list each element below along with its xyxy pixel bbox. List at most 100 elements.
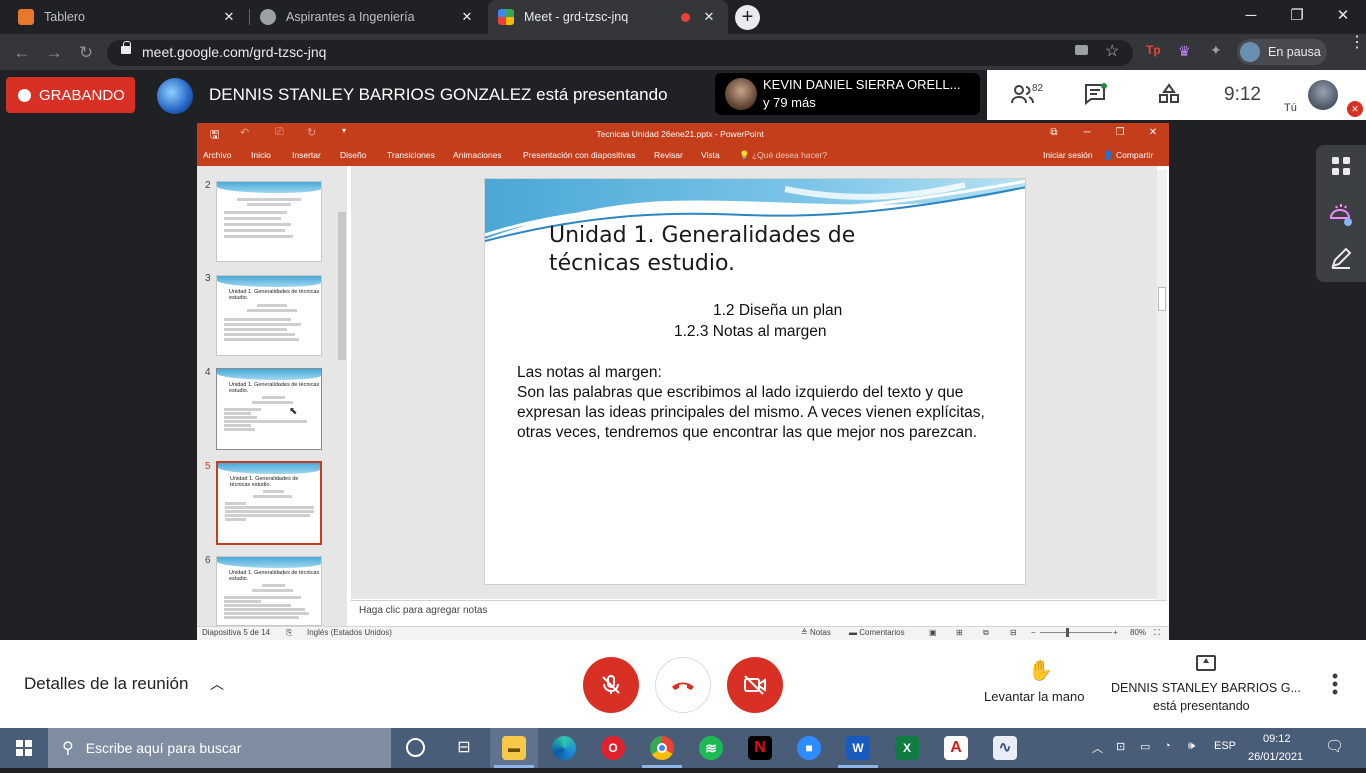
ribbon-tab-revisar[interactable]: Revisar [654, 150, 683, 160]
raise-hand-label[interactable]: Levantar la mano [984, 689, 1084, 704]
ribbon-tab-diseno[interactable]: Diseño [340, 150, 366, 160]
ribbon-tab-vista[interactable]: Vista [701, 150, 720, 160]
scroll-thumb[interactable] [338, 212, 346, 360]
new-tab-button[interactable]: + [735, 5, 760, 30]
ppt-minimize-icon[interactable]: ─ [1080, 127, 1094, 138]
wifi-icon[interactable]: ◔ [1164, 740, 1171, 752]
language-indicator[interactable]: Inglés (Estados Unidos) [307, 628, 392, 637]
autocad-icon[interactable]: A [944, 736, 968, 760]
slide-subtitle-1[interactable]: 1.2 Diseña un plan [713, 302, 842, 320]
zoom-slider[interactable] [1040, 632, 1112, 633]
close-tab-icon[interactable]: ✕ [458, 9, 476, 25]
notes-toggle[interactable]: ≜ Notas [801, 628, 831, 637]
tab-meet[interactable]: Meet - grd-tzsc-jnq ✕ [488, 0, 728, 34]
slide-thumbnail-4[interactable]: Unidad 1. Generalidades de técnicas estu… [216, 368, 322, 450]
spotify-icon[interactable]: ≋ [699, 736, 723, 760]
cortana-icon[interactable] [406, 738, 425, 757]
chat-icon[interactable] [1084, 83, 1108, 107]
customize-qat-icon[interactable]: ▾ [342, 126, 346, 135]
slide-thumbnail-2[interactable] [216, 181, 322, 262]
save-icon[interactable]: 🖫 [210, 126, 219, 145]
current-slide[interactable]: Unidad 1. Generalidades de técnicas estu… [484, 178, 1026, 585]
effects-icon[interactable] [1328, 202, 1354, 228]
minimize-window-icon[interactable]: ─ [1228, 0, 1274, 34]
excel-icon[interactable]: X [895, 736, 919, 760]
pen-icon[interactable] [1328, 246, 1354, 272]
netflix-icon[interactable]: N [748, 736, 772, 760]
apps-grid-icon[interactable] [1328, 156, 1354, 182]
ribbon-tab-inicio[interactable]: Inicio [251, 150, 271, 160]
zoom-icon[interactable]: ■ [797, 736, 821, 760]
spellcheck-icon[interactable]: ⎘ [286, 628, 292, 638]
url-text[interactable]: meet.google.com/grd-tzsc-jnq [142, 44, 326, 60]
taskbar-time[interactable]: 09:12 [1263, 733, 1291, 745]
reading-view-icon[interactable]: ⧉ [983, 628, 989, 638]
mic-toggle-button[interactable] [583, 657, 639, 713]
leave-call-button[interactable] [655, 657, 711, 713]
close-tab-icon[interactable]: ✕ [220, 9, 238, 25]
ribbon-display-icon[interactable]: ⧉ [1047, 127, 1061, 138]
slide-thumbnail-5-selected[interactable]: Unidad 1. Generalidades de técnicas estu… [216, 461, 322, 545]
file-explorer-icon[interactable]: ▬ [502, 736, 526, 760]
close-tab-icon[interactable]: ✕ [700, 9, 718, 25]
ribbon-tab-transiciones[interactable]: Transiciones [387, 150, 435, 160]
presenter-status[interactable]: está presentando [1153, 699, 1250, 713]
edge-icon[interactable] [552, 736, 576, 760]
ribbon-tab-animaciones[interactable]: Animaciones [453, 150, 502, 160]
presenter-name[interactable]: DENNIS STANLEY BARRIOS G... [1111, 681, 1301, 695]
chrome-menu-icon[interactable]: ⋮ [1349, 35, 1365, 51]
notes-placeholder[interactable]: Haga clic para agregar notas [359, 605, 487, 616]
fit-slide-icon[interactable]: ⛶ [1154, 628, 1160, 638]
restore-window-icon[interactable]: ❐ [1274, 0, 1320, 34]
slide-scrollbar[interactable] [1157, 170, 1167, 600]
more-options-icon[interactable]: • • • [1328, 667, 1342, 701]
language-indicator[interactable]: ESP [1214, 740, 1236, 752]
zoom-in-icon[interactable]: + [1113, 628, 1118, 637]
ribbon-tab-insertar[interactable]: Insertar [292, 150, 321, 160]
ribbon-tab-archivo[interactable]: Archivo [203, 150, 231, 160]
tell-me-search[interactable]: 💡 ¿Qué desea hacer? [739, 150, 827, 161]
slide-title[interactable]: Unidad 1. Generalidades de técnicas estu… [549, 222, 909, 278]
normal-view-icon[interactable]: ▣ [929, 628, 937, 637]
camera-blocked-icon[interactable] [1075, 45, 1088, 55]
undo-icon[interactable]: ↶ [240, 126, 249, 139]
thumbnails-scrollbar[interactable] [337, 170, 347, 622]
zoom-slider-thumb[interactable] [1066, 628, 1069, 637]
zoom-level[interactable]: 80% [1130, 628, 1146, 637]
participant-tile[interactable]: KEVIN DANIEL SIERRA ORELL... y 79 más [715, 73, 980, 115]
recording-indicator[interactable]: GRABANDO [6, 77, 135, 113]
profile-button[interactable]: En pausa [1237, 39, 1327, 65]
meeting-details-button[interactable]: Detalles de la reunión [24, 674, 188, 694]
extensions-puzzle-icon[interactable]: ✦ [1210, 42, 1222, 59]
word-icon[interactable]: W [846, 736, 870, 760]
tab-aspirantes[interactable]: Aspirantes a Ingeniería ✕ [250, 0, 486, 34]
extension-crown-icon[interactable]: ♛ [1178, 43, 1191, 60]
reload-icon[interactable]: ↻ [76, 43, 96, 63]
chevron-up-icon[interactable]: ︿ [210, 674, 224, 694]
redo-icon[interactable]: ↻ [307, 126, 316, 139]
slide-thumbnail-6[interactable]: Unidad 1. Generalidades de técnicas estu… [216, 556, 322, 626]
slide-body-text[interactable]: Las notas al margen: Son las palabras qu… [517, 363, 1007, 443]
task-view-icon[interactable]: ⊟ [452, 736, 476, 760]
slide-thumbnail-3[interactable]: Unidad 1. Generalidades de técnicas estu… [216, 275, 322, 356]
ribbon-tab-presentacion[interactable]: Presentación con diapositivas [523, 150, 635, 160]
ppt-restore-icon[interactable]: ❐ [1113, 127, 1127, 138]
show-hidden-icons[interactable]: ︿ [1092, 740, 1103, 756]
slideshow-view-icon[interactable]: ⊟ [1010, 628, 1017, 637]
taskbar-search-box[interactable]: ⚲ Escribe aquí para buscar [48, 728, 391, 768]
raise-hand-icon[interactable]: ✋ [1028, 658, 1053, 682]
geogebra-icon[interactable]: ∿ [993, 736, 1017, 760]
tray-app-icon[interactable]: ⊡ [1116, 740, 1125, 753]
slide-sorter-icon[interactable]: ⊞ [956, 628, 963, 637]
close-window-icon[interactable]: ✕ [1320, 0, 1366, 34]
present-screen-icon[interactable] [1196, 655, 1216, 671]
chrome-icon[interactable] [650, 736, 674, 760]
slide-subtitle-2[interactable]: 1.2.3 Notas al margen [674, 323, 827, 341]
tab-tablero[interactable]: Tablero ✕ [8, 0, 248, 34]
sign-in-link[interactable]: Iniciar sesión [1043, 150, 1093, 160]
back-icon[interactable]: ← [12, 43, 32, 63]
notifications-icon[interactable]: 🗨 [1325, 737, 1344, 755]
camera-toggle-button[interactable] [727, 657, 783, 713]
scroll-thumb[interactable] [1158, 287, 1166, 311]
share-button[interactable]: 👤 Compartir [1103, 150, 1153, 161]
